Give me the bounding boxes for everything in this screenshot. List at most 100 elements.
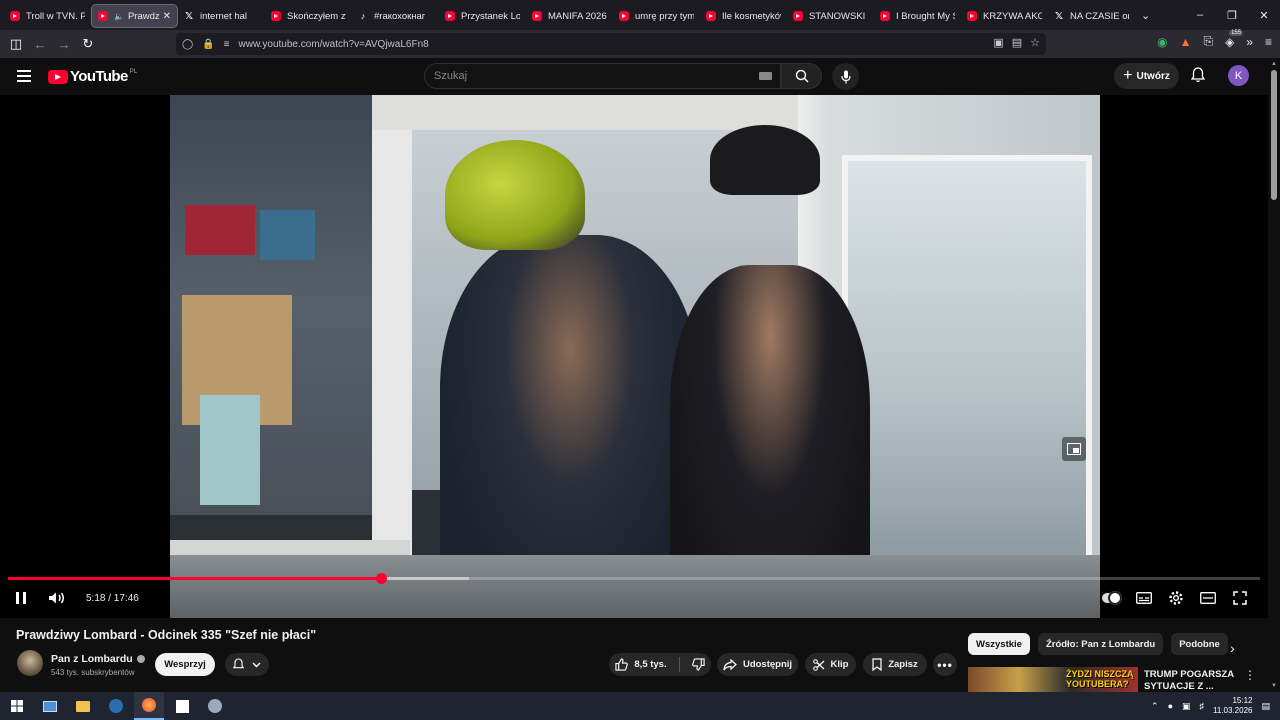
system-clock[interactable]: 15:12 11.03.2026	[1213, 696, 1252, 716]
pause-button[interactable]	[12, 589, 30, 607]
filter-chip[interactable]: Źródło: Pan z Lombardu	[1037, 633, 1164, 655]
bookmark-star-icon[interactable]: ☆	[1030, 36, 1040, 49]
launcher-icon[interactable]	[200, 692, 230, 720]
volume-button[interactable]	[46, 589, 68, 607]
browser-tab[interactable]: Troll w TVN. Poc	[4, 4, 91, 28]
fullscreen-button[interactable]	[1230, 589, 1249, 607]
browser-tab[interactable]: I Brought My Se	[874, 4, 961, 28]
windows-start-icon[interactable]	[2, 692, 32, 720]
scroll-down-icon[interactable]: ▼	[1271, 683, 1277, 689]
video-player[interactable]: 5:18 / 17:46	[0, 95, 1268, 618]
reload-icon[interactable]: ↻	[76, 33, 100, 55]
browser-tab[interactable]: umrę przy tym s	[613, 4, 700, 28]
steam-icon[interactable]	[101, 692, 131, 720]
create-label: Utwórz	[1136, 70, 1170, 82]
browser-tab[interactable]: Przystanek Lomb	[439, 4, 526, 28]
forward-icon[interactable]: →	[52, 33, 76, 55]
shield-icon[interactable]: ◯	[182, 39, 193, 50]
browser-tab[interactable]: 🔈Prawdziw✕	[91, 4, 178, 28]
close-tab-icon[interactable]: ✕	[163, 11, 171, 22]
address-bar[interactable]: ◯ 🔒 ≡ www.youtube.com/watch?v=AVQjwaL6Fn…	[176, 33, 1046, 55]
clip-button[interactable]: Klip	[805, 653, 856, 676]
browser-tab[interactable]: 𝕏internet hal	[178, 4, 265, 28]
theater-mode-button[interactable]	[1198, 589, 1217, 607]
tab-title: Ile kosmetyków	[722, 10, 781, 22]
browser-tab[interactable]: KRZYWA AKCJA	[961, 4, 1048, 28]
filter-chip[interactable]: Podobne	[1171, 633, 1228, 655]
progress-bar[interactable]	[8, 573, 1260, 584]
create-button[interactable]: + Utwórz	[1114, 63, 1179, 89]
youtube-logo[interactable]: YouTube PL	[48, 68, 137, 85]
like-count[interactable]: 8,5 tys.	[634, 659, 666, 670]
video-frame[interactable]	[170, 95, 1100, 618]
notification-center-icon[interactable]: ▤	[1261, 701, 1270, 712]
tray-overflow-icon[interactable]: ⌃	[1151, 701, 1159, 712]
app-menu-icon[interactable]: ≡	[1265, 35, 1272, 49]
channel-avatar[interactable]	[17, 650, 43, 676]
firefox-extension-icon[interactable]: ▲	[1180, 35, 1192, 49]
browser-tab[interactable]: MANIFA 2026 - I	[526, 4, 613, 28]
channel-name-row[interactable]: Pan z Lombardu	[51, 653, 145, 665]
recommended-video-thumbnail[interactable]: ŻYDZI NISZCZĄ YOUTUBERA?	[968, 667, 1138, 692]
browser-tab[interactable]: ♪ #raкохокнаг	[352, 4, 439, 28]
recommended-video-title[interactable]: TRUMP POGARSZA SYTUACJE Z ...	[1144, 669, 1244, 693]
more-vertical-icon[interactable]: ⋮	[1244, 668, 1256, 682]
sidebar-toggle-icon[interactable]: ◫	[4, 33, 28, 55]
subtitles-button[interactable]	[1134, 589, 1153, 607]
extensions-puzzle-icon[interactable]: ⎘	[1203, 34, 1213, 49]
browser-tab[interactable]: Ile kosmetyków	[700, 4, 787, 28]
file-explorer-icon[interactable]	[68, 692, 98, 720]
notion-icon[interactable]	[167, 692, 197, 720]
url-text[interactable]: www.youtube.com/watch?v=AVQjwaL6Fn8	[239, 39, 429, 50]
monitor-app-icon[interactable]	[35, 692, 65, 720]
support-button[interactable]: Wesprzyj	[155, 653, 215, 676]
minimize-icon[interactable]: –	[1184, 9, 1216, 21]
dislike-icon[interactable]	[691, 658, 705, 671]
guide-menu-icon[interactable]	[17, 70, 31, 82]
notifications-bell-icon[interactable]	[1190, 67, 1206, 88]
lock-icon[interactable]: 🔒	[202, 39, 214, 50]
more-tools-icon[interactable]: »	[1246, 35, 1253, 49]
reader-view-icon[interactable]: ▤	[1012, 36, 1022, 49]
channel-name[interactable]: Pan z Lombardu	[51, 653, 133, 665]
keyboard-icon[interactable]	[759, 72, 772, 80]
chevron-right-icon[interactable]: ›	[1230, 640, 1235, 656]
tab-overflow-chevron-icon[interactable]: ⌄	[1141, 9, 1150, 22]
page-scrollbar[interactable]: ▲ ▼	[1268, 58, 1280, 692]
search-button[interactable]	[781, 63, 822, 89]
browser-tab[interactable]: 𝕏 NA CZASIE on X	[1048, 4, 1135, 28]
browser-tab[interactable]: Skończyłem zwią	[265, 4, 352, 28]
firefox-icon[interactable]	[134, 692, 164, 720]
ublock-extension-icon[interactable]: ◈ 155	[1225, 29, 1244, 49]
like-icon[interactable]	[615, 658, 629, 671]
youtube-play-icon	[48, 69, 68, 84]
filter-chip[interactable]: Wszystkie	[968, 633, 1030, 655]
back-icon[interactable]: ←	[28, 33, 52, 55]
like-dislike-group: 8,5 tys.	[609, 653, 711, 676]
speaker-icon[interactable]: ♯	[1200, 701, 1205, 711]
pip-page-icon[interactable]: ▣	[993, 36, 1003, 49]
subscription-bell-button[interactable]	[225, 653, 269, 676]
picture-in-picture-icon[interactable]	[1062, 437, 1086, 461]
scrollbar-thumb[interactable]	[1271, 70, 1277, 200]
share-button[interactable]: Udostępnij	[717, 653, 798, 676]
browser-tab[interactable]: STANOWSKI UJA	[787, 4, 874, 28]
theater-mode-icon	[1199, 592, 1216, 604]
time-display: 5:18 / 17:46	[86, 592, 139, 604]
close-window-icon[interactable]: ✕	[1248, 9, 1280, 22]
account-avatar[interactable]: K	[1228, 65, 1249, 86]
settings-button[interactable]	[1166, 589, 1185, 607]
save-button[interactable]: Zapisz	[863, 653, 927, 676]
network-icon[interactable]: ▣	[1182, 701, 1191, 712]
search-input[interactable]: Szukaj	[424, 63, 781, 89]
voice-search-button[interactable]	[832, 63, 859, 90]
scroll-up-icon[interactable]: ▲	[1271, 61, 1277, 67]
permissions-icon[interactable]: ≡	[224, 39, 230, 50]
more-actions-button[interactable]: •••	[933, 653, 957, 676]
audio-playing-icon[interactable]: 🔈	[114, 12, 124, 21]
autoplay-toggle[interactable]	[1102, 589, 1122, 607]
fullscreen-icon	[1232, 591, 1247, 605]
vpn-extension-icon[interactable]: ◉	[1157, 35, 1167, 49]
microphone-tray-icon[interactable]: ●	[1168, 701, 1173, 711]
restore-icon[interactable]: ❐	[1216, 9, 1248, 22]
